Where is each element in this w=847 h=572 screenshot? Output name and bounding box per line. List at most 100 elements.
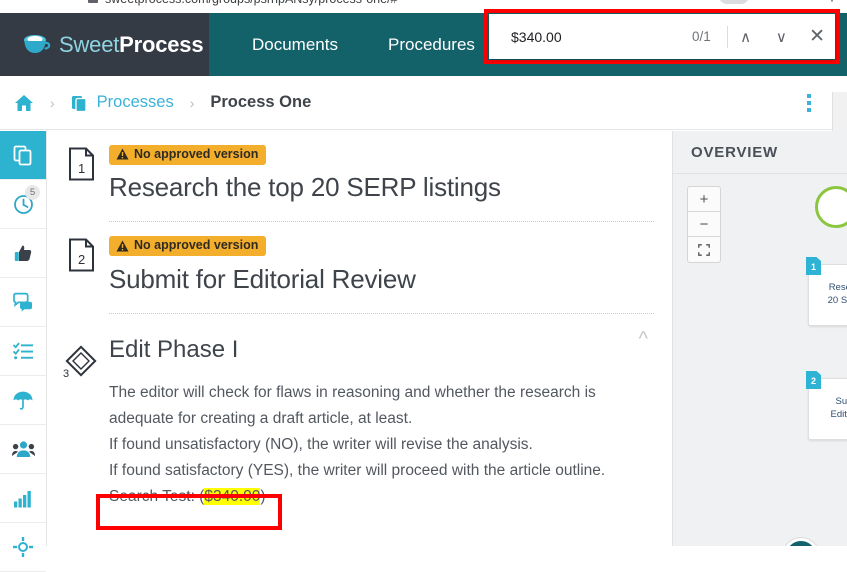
sidebar-item-approvals[interactable]: [0, 229, 46, 278]
badge-label: No approved version: [134, 239, 258, 252]
chat-bubbles-icon: [12, 292, 34, 313]
sidebar-item-documents[interactable]: [0, 131, 46, 180]
phase-title: Edit Phase I: [109, 336, 238, 364]
phase-item-3: 3 Edit Phase I ^ The editor will check f…: [47, 314, 672, 510]
nav-documents[interactable]: Documents: [227, 13, 363, 76]
breadcrumb-bar: › Processes › Process One: [0, 76, 847, 130]
phase-number: 3: [63, 368, 69, 380]
flowchart-node-1-line1: Resear: [814, 281, 847, 294]
browser-nav-buttons: ‹ › ⟳: [6, 0, 69, 3]
step-document-icon: 2: [67, 238, 97, 272]
overview-panel: OVERVIEW + − 1 Resear 20 SER 2 Sub Edito…: [672, 131, 847, 546]
breadcrumb-processes-label: Processes: [97, 93, 174, 112]
decision-diamond-icon: 3: [63, 344, 97, 380]
step-document-icon: 1: [67, 147, 97, 181]
brand-name-sweet: Sweet: [59, 32, 119, 57]
flowchart-node-1-line2: 20 SER: [814, 294, 847, 307]
nav-procedures[interactable]: Procedures: [363, 13, 500, 76]
umbrella-icon: [12, 390, 34, 411]
step-title-1[interactable]: Research the top 20 SERP listings: [109, 172, 654, 203]
phase-line-4: If found satisfactory (YES), the writer …: [109, 458, 654, 484]
breadcrumb: › Processes › Process One: [14, 93, 311, 112]
sidebar-item-reports[interactable]: [0, 474, 46, 523]
browser-toolbar-icons: ☐ ☆ ⋮: [719, 0, 839, 4]
bar-chart-icon: [13, 489, 34, 508]
phase-line-3: If found unsatisfactory (NO), the writer…: [109, 432, 654, 458]
kebab-dot: [807, 101, 811, 105]
checklist-icon: [13, 341, 34, 361]
overview-title: OVERVIEW: [673, 131, 847, 174]
no-approved-version-badge: No approved version: [109, 236, 266, 256]
breadcrumb-processes-link[interactable]: Processes: [71, 93, 174, 112]
breadcrumb-current-page: Process One: [210, 93, 311, 112]
sidebar-item-history[interactable]: 5: [0, 180, 46, 229]
phase-line-1: The editor will check for flaws in reaso…: [109, 380, 654, 406]
find-close-button[interactable]: ✕: [799, 14, 835, 59]
find-next-button[interactable]: ∨: [763, 14, 799, 59]
history-badge-count: 5: [25, 185, 40, 200]
flowchart-node-2-line1: Sub: [814, 395, 847, 408]
flowchart-node-1-badge: 1: [806, 257, 821, 275]
menu-kebab-icon[interactable]: ⋮: [825, 0, 839, 4]
no-approved-version-badge: No approved version: [109, 145, 266, 165]
documents-icon: [13, 145, 34, 166]
sidebar-item-tasks[interactable]: [0, 327, 46, 376]
step-item-1[interactable]: 1 No approved version Research the top 2…: [47, 139, 672, 203]
forward-arrow-icon[interactable]: ›: [31, 0, 36, 3]
back-arrow-icon[interactable]: ‹: [6, 0, 11, 3]
phase-description: The editor will check for flaws in reaso…: [109, 380, 654, 510]
sidebar-item-teams[interactable]: [0, 425, 46, 474]
flowchart-node-1[interactable]: 1 Resear 20 SER: [808, 264, 847, 326]
flowchart-node-3-circle[interactable]: 3: [783, 538, 819, 546]
step-list: 1 No approved version Research the top 2…: [47, 131, 672, 546]
reload-icon[interactable]: ⟳: [56, 0, 69, 3]
search-test-suffix: ): [260, 488, 265, 505]
sidebar-item-settings[interactable]: [0, 523, 46, 572]
extensions-icon[interactable]: ☐: [766, 0, 779, 4]
sidebar-item-comments[interactable]: [0, 278, 46, 327]
thumbs-up-icon: [13, 243, 34, 264]
search-test-line: Search Test: ($340.00): [109, 484, 654, 510]
warning-triangle-icon: [116, 240, 129, 252]
kebab-dot: [807, 94, 811, 98]
left-icon-rail: 5: [0, 131, 47, 546]
phase-header[interactable]: Edit Phase I: [109, 336, 654, 364]
breadcrumb-separator-1: ›: [50, 95, 55, 111]
coffee-cup-icon: [22, 33, 52, 57]
step-title-2[interactable]: Submit for Editorial Review: [109, 264, 654, 295]
chevron-up-icon[interactable]: ^: [639, 328, 648, 351]
url-text: sweetprocess.com/groups/psrnpANsy/proces…: [105, 0, 398, 6]
find-in-page-bar: 0/1 ∧ ∨ ✕: [489, 14, 835, 59]
brand-name-process: Process: [119, 32, 203, 57]
badge-label: No approved version: [134, 148, 258, 161]
kebab-dot: [807, 108, 811, 112]
flowchart-node-2[interactable]: 2 Sub Editori: [808, 378, 847, 440]
search-test-prefix: Search Test: (: [109, 488, 204, 505]
warning-triangle-icon: [116, 148, 129, 160]
phase-line-2: adequate for creating a draft article, a…: [109, 406, 654, 432]
find-previous-button[interactable]: ∧: [728, 14, 764, 59]
users-icon: [12, 440, 35, 459]
sidebar-item-policies[interactable]: [0, 376, 46, 425]
profile-avatar[interactable]: [719, 0, 749, 4]
brand-logo[interactable]: SweetProcess: [0, 13, 209, 76]
flowchart-node-2-badge: 2: [806, 371, 821, 389]
find-match-count: 0/1: [692, 29, 727, 44]
page-actions-kebab-icon[interactable]: [807, 94, 811, 112]
search-test-highlight: $340.00: [204, 488, 260, 505]
step-number-1: 1: [78, 161, 85, 176]
brand-name: SweetProcess: [59, 32, 203, 58]
step-number-2: 2: [78, 252, 85, 267]
breadcrumb-separator-2: ›: [190, 95, 195, 111]
flowchart-node-2-line2: Editori: [814, 408, 847, 421]
page-info-icon: [88, 0, 98, 3]
documents-icon: [71, 94, 89, 112]
flowchart-start-node[interactable]: [815, 186, 847, 228]
bookmark-star-icon[interactable]: ☆: [795, 0, 808, 4]
page-scrollbar[interactable]: [832, 92, 847, 132]
gear-icon: [13, 537, 33, 557]
step-item-2[interactable]: 2 No approved version Submit for Editori…: [47, 222, 672, 294]
overview-flowchart[interactable]: 1 Resear 20 SER 2 Sub Editori 3 Edit: [673, 174, 847, 546]
home-icon[interactable]: [14, 94, 34, 112]
find-input[interactable]: [489, 29, 692, 45]
